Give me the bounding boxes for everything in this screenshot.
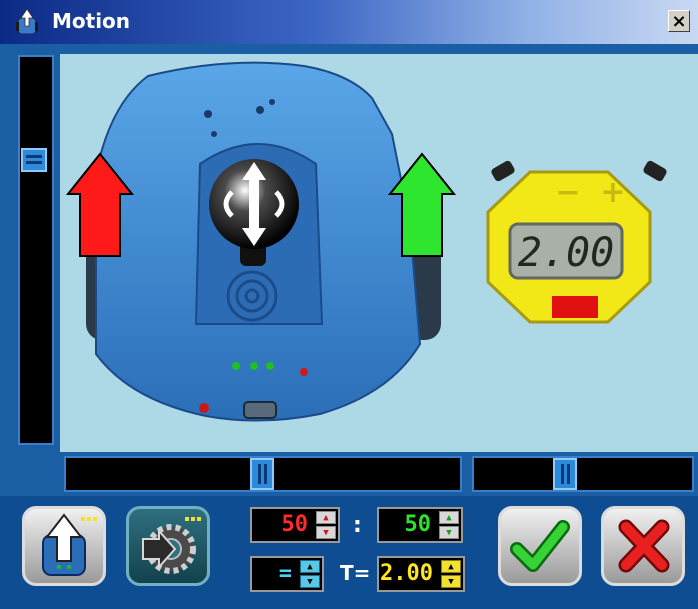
time-slider-track[interactable] <box>472 456 694 492</box>
robot-icon <box>16 8 38 35</box>
mode-spinner[interactable]: ▲ ▼ <box>300 560 320 588</box>
plus-icon[interactable]: + <box>600 175 625 210</box>
cancel-x-icon <box>618 519 670 573</box>
motion-control-ball[interactable] <box>209 159 299 249</box>
speed-slider-thumb[interactable] <box>21 148 47 172</box>
right-speed-spinner[interactable]: ▲ ▼ <box>439 511 459 539</box>
checkmark-icon <box>510 520 570 572</box>
mode-value: = <box>278 561 292 586</box>
cancel-button[interactable] <box>601 506 685 586</box>
time-spinner[interactable]: ▲ ▼ <box>441 560 461 588</box>
time-label: T= <box>340 561 371 585</box>
gear-mode-button[interactable] <box>126 506 210 586</box>
status-led <box>300 368 308 376</box>
status-led <box>250 362 258 370</box>
mode-field[interactable]: = ▲ ▼ <box>250 556 324 592</box>
motion-window: Motion × − + 2.00 50 ▲ ▼: 50 ▲ ▼ = ▲ ▼ … <box>0 0 698 609</box>
status-led <box>232 362 240 370</box>
left-speed-field[interactable]: 50 ▲ ▼ <box>250 507 340 543</box>
robot-illustration: − + 2.00 <box>65 61 667 422</box>
robot-scene: − + 2.00 <box>60 54 698 452</box>
forward-mode-button[interactable] <box>22 506 106 586</box>
right-speed-field[interactable]: 50 ▲ ▼ <box>377 507 463 543</box>
stopwatch-display: 2.00 <box>518 230 614 276</box>
close-button[interactable]: × <box>668 10 690 32</box>
serial-port <box>243 401 277 419</box>
window-title: Motion <box>52 9 131 33</box>
status-led <box>199 403 209 413</box>
left-speed-spinner[interactable]: ▲ ▼ <box>316 511 336 539</box>
ok-button[interactable] <box>498 506 582 586</box>
right-speed-value: 50 <box>404 512 432 537</box>
time-value: 2.00 <box>380 561 433 586</box>
speed-slider-track[interactable] <box>18 55 54 445</box>
time-slider-thumb[interactable] <box>553 458 577 490</box>
forward-arrow-icon <box>42 513 97 576</box>
gear-icon <box>142 517 201 574</box>
status-led <box>266 362 274 370</box>
speed-separator: : <box>353 513 362 538</box>
turn-slider-thumb[interactable] <box>250 458 274 490</box>
minus-icon[interactable]: − <box>555 175 580 210</box>
stopwatch-button[interactable] <box>552 296 598 318</box>
title-bar: Motion × <box>0 0 698 44</box>
time-field[interactable]: 2.00 ▲ ▼ <box>377 556 465 592</box>
left-speed-value: 50 <box>281 512 309 537</box>
